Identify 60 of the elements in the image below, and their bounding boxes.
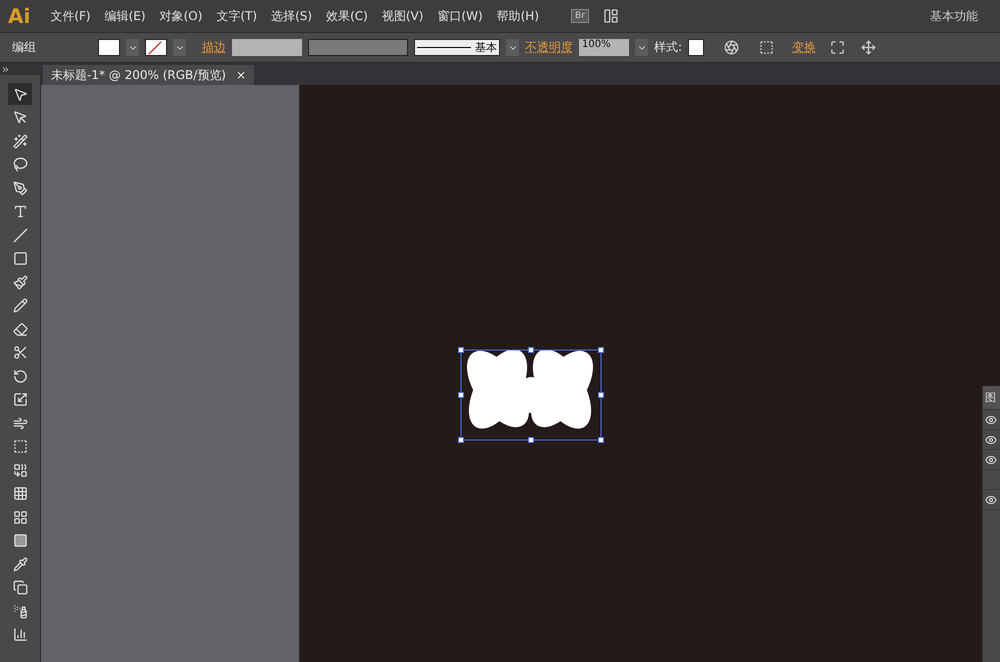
opacity-label[interactable]: 不透明度 — [525, 39, 573, 56]
dashed-box-icon — [12, 439, 28, 454]
brush-definition-field[interactable]: 基本 — [414, 39, 500, 56]
pen-icon — [12, 180, 28, 196]
lasso-icon — [12, 157, 28, 172]
variable-width-field[interactable] — [308, 39, 408, 56]
visibility-eye-icon[interactable] — [985, 434, 997, 446]
arrange-documents-icon[interactable] — [602, 8, 619, 24]
menu-item[interactable]: 文字(T) — [216, 8, 258, 24]
visibility-eye-icon[interactable] — [985, 494, 997, 506]
shapes-icon — [12, 462, 28, 478]
arrow-icon — [12, 86, 28, 102]
scale-icon — [12, 392, 28, 407]
stroke-none-swatch[interactable] — [145, 39, 167, 56]
scissors-icon — [12, 345, 28, 360]
document-tab[interactable]: 未标题-1* @ 200% (RGB/预览) × — [43, 65, 254, 85]
style-swatch[interactable] — [688, 39, 704, 56]
grid-icon — [12, 486, 28, 501]
visibility-eye-icon[interactable] — [985, 454, 997, 466]
document-tab-title: 未标题-1* @ 200% (RGB/预览) — [51, 66, 226, 84]
visibility-eye-icon[interactable] — [985, 414, 997, 426]
stroke-label[interactable]: 描边 — [202, 39, 226, 56]
fill-swatch[interactable] — [98, 39, 120, 56]
eraser-icon — [12, 322, 28, 336]
menu-item[interactable]: 视图(V) — [382, 8, 424, 24]
tool-button[interactable] — [8, 83, 32, 105]
bridge-button[interactable]: Br — [571, 9, 589, 23]
menu-item[interactable]: 文件(F) — [50, 8, 91, 24]
close-tab-button[interactable]: × — [236, 68, 246, 82]
workspace-switcher[interactable]: 基本功能 — [930, 8, 978, 24]
wind-icon — [12, 416, 28, 430]
wand-icon — [12, 134, 28, 148]
rotate-icon — [12, 368, 28, 384]
type-icon — [12, 204, 28, 219]
app-logo: Ai — [8, 4, 30, 28]
menu-item[interactable]: 选择(S) — [271, 8, 312, 24]
menu-item[interactable]: 效果(C) — [326, 8, 368, 24]
menu-item[interactable]: 对象(O) — [160, 8, 202, 24]
collapse-icon[interactable] — [1, 64, 10, 74]
menu-item[interactable]: 编辑(E) — [104, 8, 146, 24]
filled-square-icon — [12, 533, 28, 548]
menu-item[interactable]: 帮助(H) — [496, 8, 540, 24]
spray-can-icon — [12, 604, 28, 618]
bar-chart-icon — [12, 627, 28, 642]
brush-icon — [12, 274, 28, 290]
panel-tab[interactable]: 图 — [983, 386, 1000, 409]
opacity-field[interactable]: 100% — [579, 39, 629, 56]
menu-item[interactable]: 窗口(W) — [437, 8, 483, 24]
eyedropper-icon — [12, 556, 28, 572]
rectangle-icon — [12, 251, 28, 266]
stroke-weight-field[interactable] — [232, 39, 302, 56]
selection-type-label: 编组 — [12, 39, 37, 56]
copy-icon — [12, 580, 28, 595]
pointer-icon — [12, 110, 28, 125]
tiles-icon — [12, 510, 28, 524]
pencil-icon — [12, 298, 28, 313]
transform-link[interactable]: 变换 — [792, 39, 816, 56]
selection-bounding-box[interactable] — [458, 347, 604, 443]
style-label: 样式: — [654, 39, 682, 56]
line-icon — [12, 228, 28, 242]
